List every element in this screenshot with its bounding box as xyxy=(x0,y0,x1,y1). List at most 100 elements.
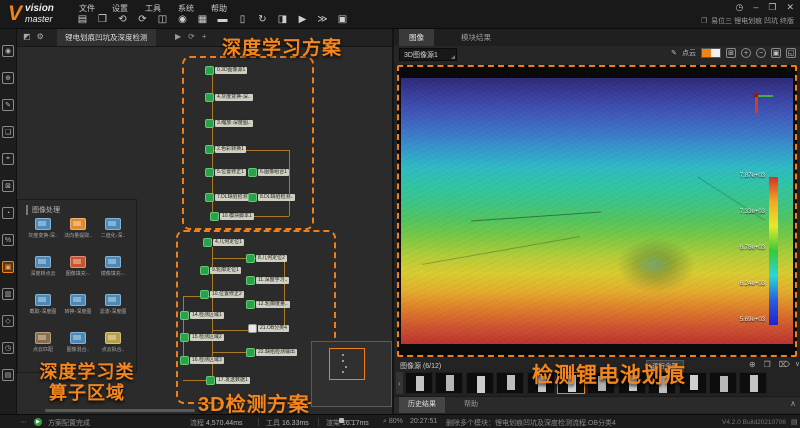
thumb-collapse-icon[interactable]: ∨ xyxy=(795,360,800,368)
operator-10[interactable]: 点云匹配 xyxy=(26,332,60,353)
draw-icon[interactable]: ✎ xyxy=(671,49,677,57)
camera-icon[interactable]: ◉ xyxy=(176,13,189,26)
operator-9[interactable]: 滤波-深度图 xyxy=(96,294,130,315)
flow-node[interactable]: 7.DL缺陷检测.. xyxy=(205,193,253,202)
operator-6[interactable]: 镜像填充-.. xyxy=(96,256,130,277)
calibration-icon[interactable]: ▦ xyxy=(196,13,209,26)
zoom-in-icon[interactable]: + xyxy=(741,48,751,58)
run-once-icon[interactable]: ▶ xyxy=(296,13,309,26)
doc-icon[interactable]: ▤ xyxy=(791,418,798,426)
flow-node[interactable]: 11.深度学习.. xyxy=(246,276,290,285)
fit-view-icon[interactable]: ⊞ xyxy=(726,48,736,58)
operator-12[interactable]: 点云拟合.. xyxy=(96,332,130,353)
flow-node[interactable]: 15.检测区域2 xyxy=(180,333,224,342)
stop-icon[interactable]: ▣ xyxy=(336,13,349,26)
operator-3[interactable]: 二值化-深.. xyxy=(96,218,130,239)
flow-node[interactable]: 21.OB分类4 xyxy=(248,324,289,333)
locate-tool-icon[interactable]: ⊕ xyxy=(2,72,14,84)
flow-node[interactable]: 12.轮廓度量.. xyxy=(246,300,290,309)
fullscreen-icon[interactable]: ◱ xyxy=(786,48,796,58)
open-icon[interactable]: ❒ xyxy=(96,13,109,26)
flow-node[interactable]: 0.3D图像源1 xyxy=(205,66,248,75)
flow-hscrollbar[interactable] xyxy=(45,409,195,412)
flow-node[interactable]: 17.发送数据1 xyxy=(206,376,250,385)
one-to-one-icon[interactable]: ▣ xyxy=(771,48,781,58)
card-icon[interactable]: ▯ xyxy=(236,13,249,26)
flow-node[interactable]: 4.灰度变换-深.. xyxy=(205,93,253,102)
histogram-tool-icon[interactable]: ▥ xyxy=(2,288,14,300)
flow-node[interactable]: 5.位置修正1 xyxy=(205,168,246,177)
redo-icon[interactable]: ⟳ xyxy=(136,13,149,26)
capture-tool-icon[interactable]: ⌖ xyxy=(2,153,14,165)
settings-icon[interactable]: ⚙ xyxy=(37,32,44,41)
operator-4[interactable]: 深度转点云 xyxy=(26,256,60,277)
minimap-viewport[interactable] xyxy=(329,348,365,380)
minimize-button[interactable]: – xyxy=(753,2,758,13)
flow-node[interactable]: 10.位置修正2 xyxy=(200,290,244,299)
run-continuous-icon[interactable]: ≫ xyxy=(316,13,329,26)
folder-icon[interactable]: ❒ xyxy=(764,360,771,369)
zoom-slider-handle[interactable] xyxy=(339,418,344,423)
operator-1[interactable]: 灰度变换-深.. xyxy=(26,218,60,239)
layers-tool-icon[interactable]: ❏ xyxy=(2,126,14,138)
image-source-select[interactable]: 3D图像源1 xyxy=(399,48,457,61)
flow-node[interactable]: 10.模块脚本1 xyxy=(210,212,254,221)
module-tool-icon[interactable]: ▣ xyxy=(2,261,14,273)
operator-7[interactable]: 截取-深度图 xyxy=(26,294,60,315)
thumbnail-1[interactable] xyxy=(405,372,433,394)
edit-tool-icon[interactable]: ✎ xyxy=(2,99,14,111)
thumbnail-11[interactable] xyxy=(709,372,737,394)
add-flow-button[interactable]: + xyxy=(202,32,207,41)
about-button[interactable]: ◷ xyxy=(736,2,744,13)
flow-node[interactable]: 8.几何定位2 xyxy=(246,254,287,263)
region-tool-icon[interactable]: ⊠ xyxy=(2,180,14,192)
flow-minimap[interactable] xyxy=(311,341,392,407)
loop-flow-button[interactable]: ⟳ xyxy=(188,32,195,41)
measure-tool-icon[interactable]: ◇ xyxy=(2,315,14,327)
save-icon[interactable]: ▤ xyxy=(76,13,89,26)
flow-node[interactable]: 16.检测区域3 xyxy=(180,356,224,365)
camera-tool-icon[interactable]: ◉ xyxy=(2,45,14,57)
thumbnail-2[interactable] xyxy=(435,372,464,394)
restore-button[interactable]: ❐ xyxy=(768,2,776,13)
trash-icon[interactable]: ⌦ xyxy=(779,360,790,369)
project-name[interactable]: ❒ 易位三 锂电划痕 凹坑 终版 xyxy=(701,16,794,26)
flow-node[interactable]: 4.几何定位1 xyxy=(203,238,244,247)
layout-icon[interactable]: ◫ xyxy=(156,13,169,26)
thumbnail-3[interactable] xyxy=(465,372,494,394)
pointcloud-toggle[interactable] xyxy=(701,48,721,58)
user-icon[interactable]: ◩ xyxy=(23,32,31,41)
panel-collapse-icon[interactable]: ∧ xyxy=(790,399,796,408)
report-tool-icon[interactable]: ▤ xyxy=(2,369,14,381)
color-tool-icon[interactable]: ◔ xyxy=(2,207,14,219)
operator-5[interactable]: 图像填充-.. xyxy=(61,256,95,277)
close-button[interactable]: ✕ xyxy=(786,2,794,13)
status-more-icon[interactable]: ⋯ xyxy=(20,418,27,426)
flow-node[interactable]: 14.检测区域1 xyxy=(180,311,224,320)
thumb-scroll-left[interactable]: ‹ xyxy=(396,372,403,394)
tab-帮助[interactable]: 帮助 xyxy=(455,397,487,413)
operator-11[interactable]: 图像混合.. xyxy=(61,332,95,353)
flow-node[interactable]: 8.DL缺陷检测.. xyxy=(248,193,296,202)
io-icon[interactable]: ◨ xyxy=(276,13,289,26)
run-flow-button[interactable]: ▶ xyxy=(175,32,181,41)
zoom-out-icon[interactable]: − xyxy=(756,48,766,58)
operator-8[interactable]: 转换-深度图 xyxy=(61,294,95,315)
flow-node[interactable]: 2.色彩转换1 xyxy=(205,145,246,154)
operator-2[interactable]: 法向量提取.. xyxy=(61,218,95,239)
tab-图像[interactable]: 图像 xyxy=(399,29,434,46)
add-icon[interactable]: ⊕ xyxy=(749,360,756,369)
thumbnail-4[interactable] xyxy=(496,372,525,394)
memory-icon[interactable]: ▬ xyxy=(216,13,229,26)
tab-模块结果[interactable]: 模块结果 xyxy=(451,29,501,46)
refresh-icon[interactable]: ↻ xyxy=(256,13,269,26)
tab-历史结果[interactable]: 历史结果 xyxy=(399,397,445,413)
ratio-tool-icon[interactable]: % xyxy=(2,234,14,246)
undo-icon[interactable]: ⟲ xyxy=(116,13,129,26)
flow-tab[interactable]: 锂电划痕凹坑及深度检测 xyxy=(57,29,156,46)
flow-node[interactable]: 9.轮廓定位1 xyxy=(200,266,241,275)
image-viewport[interactable]: 7.87e+03 7.33e+03 6.78e+03 6.24e+03 5.69e+03 xyxy=(397,65,797,357)
flow-node[interactable]: 22.缺陷检测输出 xyxy=(246,348,297,357)
thumbnail-12[interactable] xyxy=(739,372,768,394)
timer-tool-icon[interactable]: ◷ xyxy=(2,342,14,354)
